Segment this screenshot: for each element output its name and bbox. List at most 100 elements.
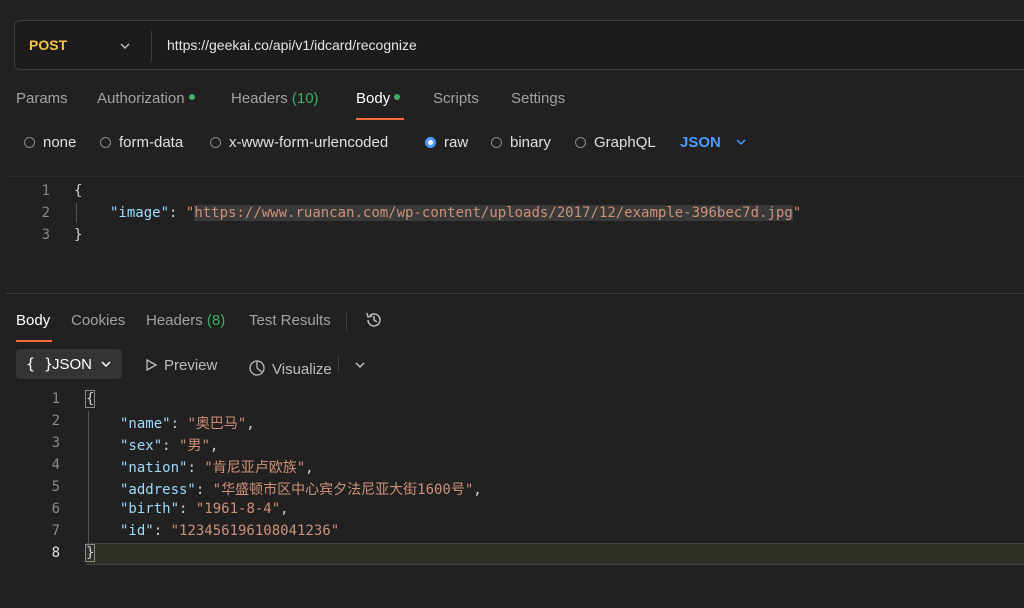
line-number: 5 (51, 479, 60, 495)
json-key: "image" (110, 205, 170, 221)
radio-icon (491, 136, 502, 148)
json-key: "address" (120, 482, 196, 498)
resp-tab-body[interactable]: Body (16, 312, 50, 329)
response-format-button[interactable]: { } JSON (16, 349, 122, 379)
current-line-highlight (86, 543, 1024, 565)
tab-params[interactable]: Params (16, 90, 68, 107)
json-comma: , (209, 438, 219, 454)
radio-graphql[interactable]: GraphQL (575, 134, 656, 151)
line-number: 1 (41, 183, 50, 199)
chevron-down-icon[interactable] (354, 358, 366, 374)
json-colon: : (195, 482, 213, 498)
request-url-bar: POST https://geekai.co/api/v1/idcard/rec… (14, 20, 1024, 70)
json-colon: : (162, 438, 180, 454)
resp-tab-cookies[interactable]: Cookies (71, 312, 125, 329)
json-value: "123456196108041236" (170, 523, 340, 539)
preview-label: Preview (164, 357, 218, 374)
tab-scripts[interactable]: Scripts (433, 90, 479, 107)
format-select-label: JSON (680, 134, 721, 151)
json-url-value: https://www.ruancan.com/wp-content/uploa… (194, 205, 793, 221)
radio-urlencoded[interactable]: x-www-form-urlencoded (210, 134, 388, 151)
resp-tab-headers-count: (8) (206, 312, 226, 329)
status-dot (394, 94, 401, 101)
line-number: 6 (51, 501, 60, 517)
indent-guide (88, 411, 89, 543)
line-number: 2 (51, 413, 60, 429)
chevron-down-icon (100, 357, 112, 374)
radio-selected-icon (425, 136, 436, 148)
preview-button[interactable]: Preview (144, 356, 217, 374)
response-format-label: JSON (52, 356, 93, 373)
radio-urlencoded-label: x-www-form-urlencoded (229, 134, 389, 151)
json-colon: : (170, 416, 188, 432)
tab-headers[interactable]: Headers (10) (231, 90, 319, 107)
radio-raw[interactable]: raw (425, 134, 468, 151)
tab-body[interactable]: Body (356, 90, 401, 107)
json-key: "birth" (120, 501, 180, 517)
method-select[interactable]: POST (29, 37, 67, 53)
json-colon: : (187, 460, 205, 476)
code-line: "address": "华盛顿市区中心宾夕法尼亚大街1600号", (120, 479, 482, 499)
url-input[interactable]: https://geekai.co/api/v1/idcard/recogniz… (167, 37, 417, 53)
line-number: 4 (51, 457, 60, 473)
json-comma: , (246, 416, 255, 432)
json-value: "1961-8-4" (195, 501, 281, 517)
resp-tab-headers-label: Headers (146, 312, 203, 329)
request-body-editor[interactable]: 1 2 3 { "image": "https://www.ruancan.co… (6, 176, 1024, 294)
format-select[interactable]: JSON (680, 134, 747, 151)
radio-raw-label: raw (444, 134, 469, 151)
json-separator: : (169, 205, 186, 221)
radio-icon (210, 136, 221, 148)
radio-binary-label: binary (510, 134, 551, 151)
line-number: 8 (51, 545, 60, 561)
tab-headers-count: (10) (291, 90, 319, 107)
braces-icon: { } (26, 355, 54, 373)
chevron-down-icon[interactable] (119, 39, 131, 55)
radio-icon (24, 136, 35, 148)
tab-authorization-label: Authorization (97, 90, 185, 107)
json-key: "name" (120, 416, 171, 432)
code-line: { (84, 390, 96, 408)
active-tab-indicator (356, 118, 404, 120)
resp-tab-test-results[interactable]: Test Results (249, 312, 331, 329)
json-comma: , (305, 460, 314, 476)
divider (346, 313, 347, 331)
status-dot (188, 94, 195, 101)
divider (151, 31, 152, 61)
json-value: "奥巴马" (187, 416, 247, 432)
json-colon: : (179, 501, 196, 517)
json-colon: : (153, 523, 171, 539)
line-number: 1 (51, 391, 60, 407)
radio-form-data-label: form-data (119, 134, 184, 151)
radio-binary[interactable]: binary (491, 134, 551, 151)
quote: " (792, 205, 802, 221)
tab-authorization[interactable]: Authorization (97, 90, 195, 107)
tab-body-label: Body (356, 90, 391, 107)
tab-headers-label: Headers (231, 90, 288, 107)
radio-none[interactable]: none (24, 134, 76, 151)
radio-form-data[interactable]: form-data (100, 134, 183, 151)
tab-settings[interactable]: Settings (511, 90, 565, 107)
code-line: } (84, 544, 96, 562)
code-line: "birth": "1961-8-4", (120, 501, 289, 517)
play-icon (144, 358, 158, 376)
code-line: "nation": "肯尼亚卢欧族", (120, 457, 314, 477)
json-value: "肯尼亚卢欧族" (204, 460, 306, 476)
visualize-label: Visualize (272, 361, 332, 378)
code-line: "sex": "男", (120, 435, 218, 455)
json-value: "华盛顿市区中心宾夕法尼亚大街1600号" (212, 482, 474, 498)
history-icon[interactable] (364, 310, 384, 333)
line-number: 3 (51, 435, 60, 451)
code-line: "image": "https://www.ruancan.com/wp-con… (110, 205, 801, 221)
json-comma: , (280, 501, 289, 517)
resp-tab-headers[interactable]: Headers (8) (146, 312, 225, 329)
visualize-button[interactable]: Visualize (248, 356, 332, 378)
json-key: "nation" (120, 460, 188, 476)
active-tab-indicator (16, 340, 52, 342)
chevron-down-icon (735, 135, 747, 152)
divider (338, 355, 339, 373)
json-key: "sex" (120, 438, 163, 454)
code-line: "id": "123456196108041236" (120, 523, 339, 539)
json-comma: , (473, 482, 482, 498)
json-value: "男" (179, 438, 210, 454)
